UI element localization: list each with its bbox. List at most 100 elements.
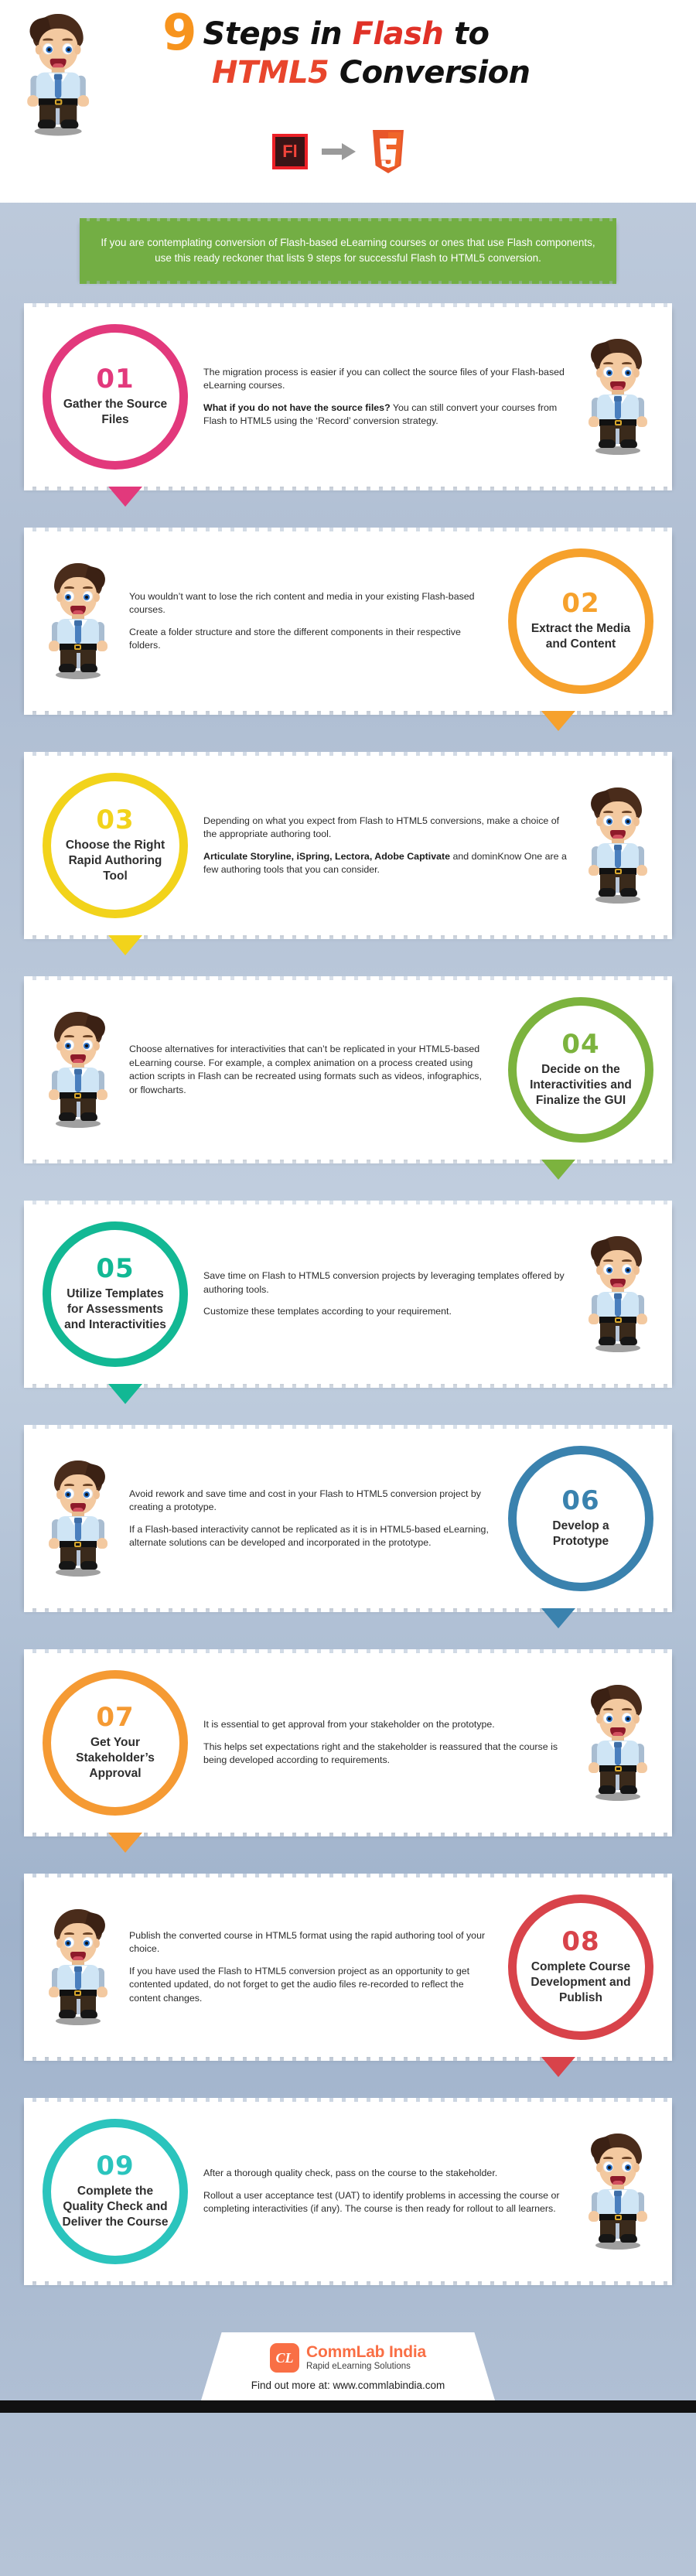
mascot-shoe-right xyxy=(620,439,637,448)
step-circle-08[interactable]: 08 Complete Course Development and Publis… xyxy=(508,1894,653,2040)
step-connector-gap xyxy=(0,711,696,756)
step-connector-gap xyxy=(0,1833,696,1877)
brand-name: CommLab India xyxy=(306,2343,426,2361)
step-07-para-1-text: This helps set expectations right and th… xyxy=(203,1741,558,1766)
arrow-right-icon xyxy=(322,143,356,160)
title-line-2: HTML5 Conversion xyxy=(162,53,673,92)
step-circle-04[interactable]: 04 Decide on the Interactivities and Fina… xyxy=(508,997,653,1143)
mascot-eye-right xyxy=(622,1713,632,1724)
step-mascot-06 xyxy=(43,1461,114,1577)
step-circle-01[interactable]: 01 Gather the Source Files xyxy=(43,324,188,470)
mascot-hand-right xyxy=(636,2211,647,2222)
mascot-brow-right xyxy=(64,1484,74,1487)
step-mascot-05 xyxy=(582,1236,653,1352)
page-title: 9 Steps in Flash to HTML5 Conversion xyxy=(162,9,673,92)
step-row-08: Publish the converted course in HTML5 fo… xyxy=(24,1874,672,2061)
step-number: 03 xyxy=(96,805,135,835)
step-body-07: It is essential to get approval from you… xyxy=(199,1718,571,1768)
step-mascot-09 xyxy=(582,2134,653,2250)
title-flash: Flash xyxy=(352,16,444,52)
torn-edge-top xyxy=(24,528,672,532)
mascot-character xyxy=(585,2134,651,2250)
mascot-hand-right xyxy=(636,1314,647,1324)
step-circle-07[interactable]: 07 Get Your Stakeholder’s Approval xyxy=(43,1670,188,1816)
mascot-ear-right xyxy=(56,1490,63,1499)
mascot-hand-right xyxy=(49,1089,60,1100)
step-circle-03[interactable]: 03 Choose the Right Rapid Authoring Tool xyxy=(43,773,188,918)
mascot-shoe-left xyxy=(599,2234,616,2243)
mascot-shoe-right xyxy=(59,1112,76,1121)
mascot-eye-left xyxy=(43,43,53,55)
mascot-hand-left xyxy=(97,1538,107,1549)
step-circle-06[interactable]: 06 Develop a Prototype xyxy=(508,1446,653,1591)
step-paragraph: If a Flash-based interactivity cannot be… xyxy=(129,1523,493,1550)
step-body-09: After a thorough quality check, pass on … xyxy=(199,2167,571,2216)
step-paragraph: Depending on what you expect from Flash … xyxy=(203,815,567,842)
mascot-tie xyxy=(614,396,622,419)
step-05-para-1-text: Customize these templates according to y… xyxy=(203,1306,452,1317)
mascot-collar-right xyxy=(622,1741,627,1750)
mascot-shoe-right xyxy=(59,2010,76,2018)
step-paragraph: After a thorough quality check, pass on … xyxy=(203,2167,567,2181)
step-number: 05 xyxy=(96,1253,135,1284)
mascot-shoe-right xyxy=(59,1561,76,1570)
step-row-04: Choose alternatives for interactivities … xyxy=(24,976,672,1163)
step-connector-gap xyxy=(0,1160,696,1204)
mascot-ear-left xyxy=(596,2163,602,2172)
step-title: Gather the Source Files xyxy=(63,398,168,426)
step-08-para-0-text: Publish the converted course in HTML5 fo… xyxy=(129,1929,486,1955)
connector-arrow-02 xyxy=(541,711,575,731)
step-mascot-04 xyxy=(43,1012,114,1128)
mascot-brow-left xyxy=(83,1484,93,1487)
step-06-para-0-text: Avoid rework and save time and cost in y… xyxy=(129,1488,481,1513)
step-07-para-0-text: It is essential to get approval from you… xyxy=(203,1719,495,1730)
step-title: Extract the Media and Content xyxy=(531,622,631,651)
step-02-para-0-text: You wouldn’t want to lose the rich conte… xyxy=(129,590,475,616)
connector-arrow-04 xyxy=(541,1160,575,1180)
torn-edge-top xyxy=(24,1874,672,1878)
mascot-hand-right xyxy=(636,416,647,427)
mascot-belt-buckle xyxy=(54,99,63,105)
mascot-ear-left xyxy=(596,368,602,378)
commlab-logo-icon: CL xyxy=(270,2343,300,2373)
step-number: 08 xyxy=(561,1926,600,1957)
step-number: 09 xyxy=(96,2151,135,2181)
brand-logo[interactable]: CL CommLab India Rapid eLearning Solutio… xyxy=(217,2343,479,2373)
mascot-shoe-left xyxy=(37,119,56,129)
step-mascot-02 xyxy=(43,563,114,679)
step-circle-02[interactable]: 02 Extract the Media and Content xyxy=(508,548,653,694)
mascot-eye-left xyxy=(603,1713,613,1724)
step-title: Get Your Stakeholder’s Approval xyxy=(76,1736,155,1780)
intro-section: If you are contemplating conversion of F… xyxy=(0,203,696,289)
footer-url[interactable]: Find out more at: www.commlabindia.com xyxy=(217,2380,479,2391)
mascot-character xyxy=(45,563,111,679)
step-paragraph: Publish the converted course in HTML5 fo… xyxy=(129,1929,493,1956)
step-04-para-0-text: Choose alternatives for interactivities … xyxy=(129,1044,482,1095)
mascot-eye-right xyxy=(64,1937,74,1948)
mascot-brow-left xyxy=(603,2157,613,2160)
step-body-03: Depending on what you expect from Flash … xyxy=(199,815,571,877)
step-number: 01 xyxy=(96,364,135,395)
step-body-08: Publish the converted course in HTML5 fo… xyxy=(125,1929,497,2006)
step-circle-09[interactable]: 09 Complete the Quality Check and Deliver… xyxy=(43,2119,188,2264)
mascot-shoe-left xyxy=(599,1337,616,1345)
step-mascot-01 xyxy=(582,339,653,455)
step-circle-05[interactable]: 05 Utilize Templates for Assessments and … xyxy=(43,1221,188,1367)
title-html5: HTML5 xyxy=(212,55,329,91)
step-paragraph: It is essential to get approval from you… xyxy=(203,1718,567,1732)
html5-icon xyxy=(373,130,404,173)
title-to: to xyxy=(443,16,490,52)
step-row-01: 01 Gather the Source Files The migration p… xyxy=(24,303,672,490)
mascot-collar-left xyxy=(82,1068,87,1077)
mascot-character xyxy=(585,339,651,455)
mascot-eye-left xyxy=(603,815,613,826)
mascot-brow-right xyxy=(622,1259,632,1262)
title-line-1: 9 Steps in Flash to xyxy=(162,9,673,58)
step-connector-gap xyxy=(0,935,696,980)
connector-arrow-06 xyxy=(541,1608,575,1628)
step-number: 06 xyxy=(561,1485,600,1516)
step-paragraph: Rollout a user acceptance test (UAT) to … xyxy=(203,2189,567,2216)
torn-edge-top xyxy=(24,1201,672,1205)
mascot-hand-right xyxy=(636,1762,647,1773)
mascot-eye-right xyxy=(622,2161,632,2172)
